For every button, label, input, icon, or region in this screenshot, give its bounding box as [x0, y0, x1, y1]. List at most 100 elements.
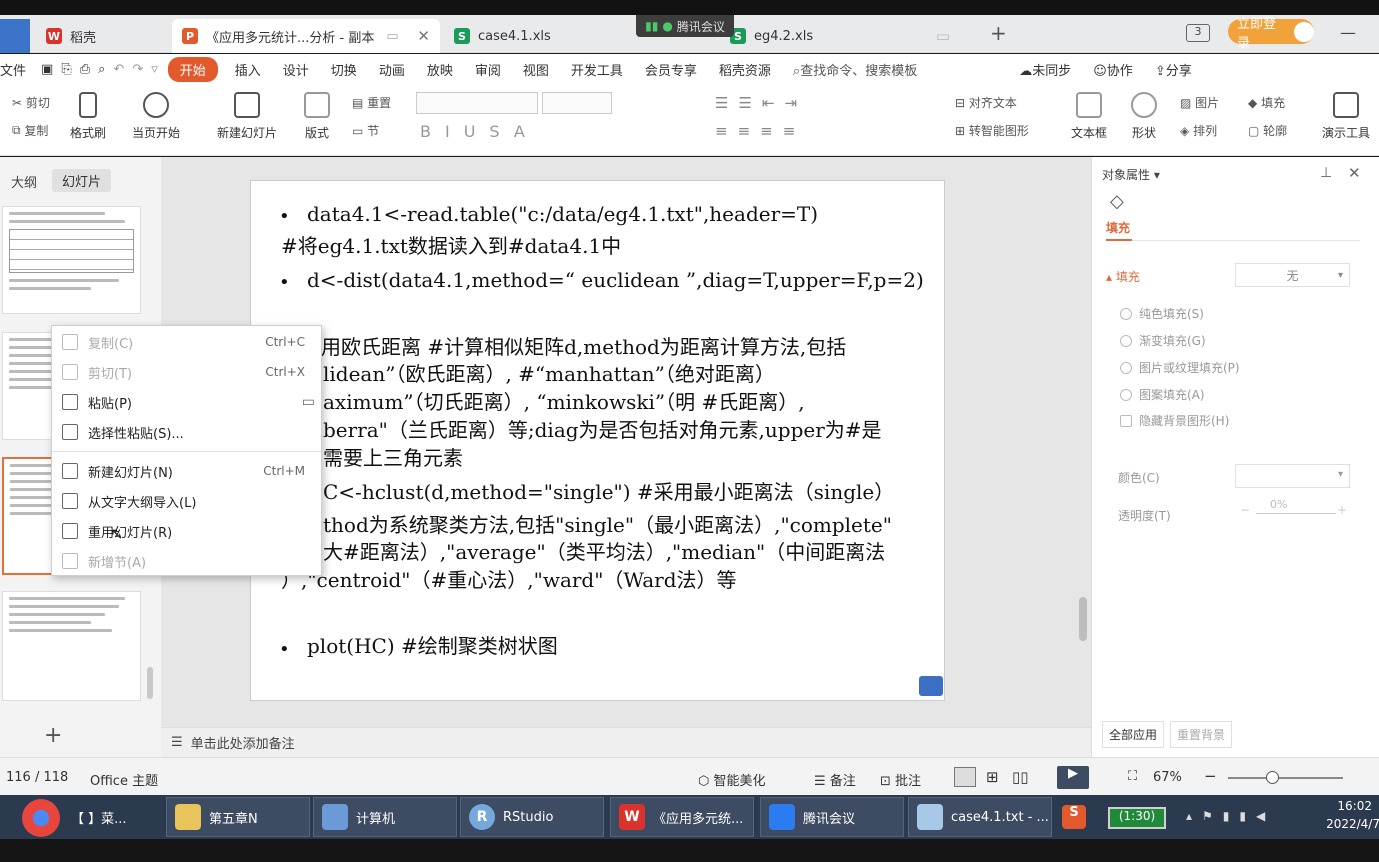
layout-button[interactable]: 版式	[304, 92, 330, 141]
sync-button[interactable]: ☁未同步	[1008, 60, 1082, 79]
wps-tray-icon[interactable]: S	[1062, 805, 1086, 829]
pane-title[interactable]: 对象属性 ▾	[1102, 166, 1160, 183]
chrome-icon[interactable]	[22, 799, 60, 837]
add-slide-button[interactable]: +	[44, 723, 62, 748]
taskbar-notepad[interactable]: case4.1.txt - ...	[908, 797, 1052, 837]
minimize-icon[interactable]: —	[1340, 23, 1356, 42]
menu-member[interactable]: 会员专享	[634, 60, 708, 79]
menu-animation[interactable]: 动画	[368, 60, 416, 79]
grid-view-icon[interactable]: ⊞	[986, 768, 999, 786]
align-buttons[interactable]: ≡≡≡≡	[715, 122, 805, 140]
tab-slides[interactable]: 幻灯片	[52, 169, 112, 192]
redo-icon[interactable]: ↷	[128, 62, 147, 77]
menu-item-reuse-slides[interactable]: 重用幻灯片(R)	[52, 517, 321, 545]
window-count-icon[interactable]: 3	[1186, 24, 1210, 42]
slide-thumbnail[interactable]	[2, 591, 141, 701]
menu-switch[interactable]: 切换	[320, 60, 368, 79]
radio-solid-fill[interactable]: 纯色填充(S)	[1120, 305, 1204, 322]
screen-icon[interactable]: ▭	[928, 27, 950, 45]
zoom-slider-thumb[interactable]	[1266, 771, 1279, 784]
battery-indicator[interactable]: (1:30)	[1108, 807, 1166, 829]
menu-slideshow[interactable]: 放映	[416, 60, 464, 79]
menu-item-paste-special[interactable]: 选择性粘贴(S)...	[52, 418, 321, 446]
notes-toggle[interactable]: ☰ 备注	[814, 770, 856, 789]
slide-thumbnail[interactable]	[2, 206, 141, 314]
menu-start[interactable]: 开始	[167, 56, 218, 82]
menu-insert[interactable]: 插入	[224, 60, 272, 79]
reading-view-icon[interactable]: ▯▯	[1012, 768, 1029, 786]
close-icon[interactable]: ✕	[1348, 164, 1361, 182]
thumbnail-scrollbar[interactable]	[147, 667, 153, 699]
list-buttons[interactable]: ☰☰⇤⇥	[715, 94, 807, 112]
screen-icon[interactable]: ▭	[386, 29, 398, 44]
taskbar-computer[interactable]: 计算机	[313, 797, 457, 837]
notes-bar[interactable]: ☰ 单击此处添加备注	[161, 727, 1091, 757]
checkbox-hide-background[interactable]: 隐藏背景图形(H)	[1120, 412, 1229, 429]
fit-icon[interactable]: ⛶	[1128, 769, 1137, 784]
export-icon[interactable]: ⎘	[57, 62, 75, 77]
arrange-button[interactable]: ◈ 排列	[1180, 122, 1217, 139]
font-family-select[interactable]	[416, 92, 538, 114]
color-select[interactable]: ▾	[1235, 464, 1350, 488]
smart-beautify-button[interactable]: ⬡ 智能美化	[698, 770, 766, 789]
copy-button[interactable]: ⧉ 复制	[12, 122, 48, 139]
tab-outline[interactable]: 大纲	[11, 172, 37, 191]
tab-case41[interactable]: S case4.1.xls	[444, 19, 634, 53]
fill-bucket-icon[interactable]: ◇	[1110, 191, 1124, 212]
zoom-level[interactable]: 67%	[1153, 770, 1182, 785]
menu-file[interactable]: 文件	[0, 60, 37, 79]
home-icon[interactable]	[919, 676, 943, 696]
taskbar-chrome[interactable]: 【 】菜...	[63, 797, 163, 837]
menu-item-import-outline[interactable]: 从文字大纲导入(L)	[52, 487, 321, 515]
tab-eg42[interactable]: S eg4.2.xls ▭	[720, 19, 960, 53]
menu-design[interactable]: 设计	[272, 60, 320, 79]
section-button[interactable]: ▭ 节	[352, 122, 379, 139]
menu-item-copy[interactable]: 复制(C) Ctrl+C	[52, 328, 321, 356]
taskbar-tencent[interactable]: 腾讯会议	[760, 797, 904, 837]
undo-icon[interactable]: ↶	[109, 62, 128, 77]
radio-picture-fill[interactable]: 图片或纹理填充(P)	[1120, 359, 1240, 376]
submenu-icon[interactable]: ▭	[302, 394, 315, 410]
fill-type-select[interactable]: 无 ▾	[1235, 263, 1350, 287]
tab-fill[interactable]: 填充	[1106, 219, 1130, 236]
home-tab[interactable]	[0, 19, 30, 53]
collab-button[interactable]: ☺协作	[1082, 60, 1144, 79]
outline-button[interactable]: ▢ 轮廓	[1248, 122, 1287, 139]
menu-item-new-section[interactable]: 新增节(A)	[52, 547, 321, 575]
more-icon[interactable]: ▿	[147, 62, 162, 77]
pin-icon[interactable]: ⊥	[1320, 165, 1332, 181]
textbox-button[interactable]: 文本框	[1071, 92, 1107, 141]
scrollbar-thumb[interactable]	[1079, 597, 1087, 641]
picture-button[interactable]: ▨ 图片	[1180, 94, 1219, 111]
align-text-button[interactable]: ⊟ 对齐文本	[955, 94, 1017, 111]
save-icon[interactable]: ▣	[37, 62, 57, 77]
transparency-increase[interactable]: +	[1337, 503, 1347, 517]
taskbar-folder[interactable]: 第五章N	[166, 797, 310, 837]
tray-icons[interactable]: ▴⚑▮▮◀	[1186, 809, 1275, 823]
apply-all-button[interactable]: 全部应用	[1102, 721, 1165, 748]
cut-button[interactable]: ✂ 剪切	[12, 94, 50, 111]
tab-ppt-document[interactable]: P 《应用多元统计...分析 - 副本 ▭ ✕	[172, 19, 440, 53]
close-tab-icon[interactable]: ✕	[409, 27, 430, 45]
menu-devtools[interactable]: 开发工具	[560, 60, 634, 79]
preview-icon[interactable]: ⌕	[94, 62, 109, 77]
reset-button[interactable]: ▤ 重置	[352, 94, 391, 111]
vertical-scrollbar[interactable]	[1079, 167, 1087, 707]
menu-docer-resources[interactable]: 稻壳资源	[708, 60, 782, 79]
play-from-current-button[interactable]: 当页开始	[132, 92, 180, 141]
menu-item-cut[interactable]: 剪切(T) Ctrl+X	[52, 358, 321, 386]
present-tools-button[interactable]: 演示工具	[1322, 92, 1370, 141]
reset-background-button[interactable]: 重置背景	[1170, 721, 1233, 748]
print-icon[interactable]: ⎙	[76, 62, 94, 77]
menu-review[interactable]: 审阅	[464, 60, 512, 79]
play-icon[interactable]: ▶	[1057, 766, 1089, 789]
radio-gradient-fill[interactable]: 渐变填充(G)	[1120, 332, 1206, 349]
normal-view-icon[interactable]	[954, 767, 976, 787]
taskbar-rstudio[interactable]: R RStudio	[460, 797, 604, 837]
radio-pattern-fill[interactable]: 图案填充(A)	[1120, 386, 1205, 403]
font-size-select[interactable]	[542, 92, 612, 114]
menu-item-paste[interactable]: 粘贴(P) ▭	[52, 388, 321, 416]
shape-button[interactable]: 形状	[1131, 92, 1157, 141]
menu-item-new-slide[interactable]: 新建幻灯片(N) Ctrl+M	[52, 457, 321, 485]
smartart-button[interactable]: ⊞ 转智能图形	[955, 122, 1029, 139]
